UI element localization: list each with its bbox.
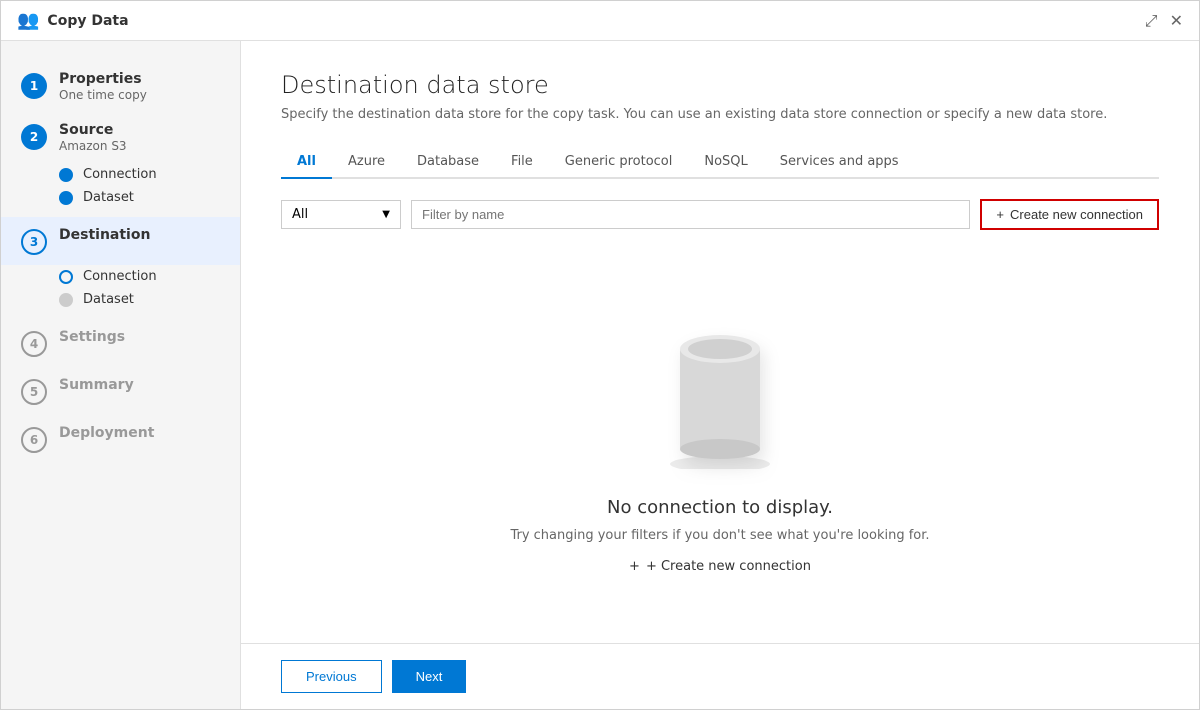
step-5-circle: 5 [21, 379, 47, 405]
create-btn-label: Create new connection [1010, 207, 1143, 222]
step-5-text: Summary [59, 377, 134, 393]
tab-file[interactable]: File [495, 146, 549, 179]
step-6-text: Deployment [59, 425, 154, 441]
right-panel: Destination data store Specify the desti… [241, 41, 1199, 643]
empty-create-connection-link[interactable]: + + Create new connection [629, 559, 811, 574]
dest-dataset-item[interactable]: Dataset [59, 288, 240, 311]
step-1-text: Properties One time copy [59, 71, 147, 102]
sidebar: 1 Properties One time copy 2 Source Amaz… [1, 41, 241, 709]
copy-data-icon: 👥 [17, 10, 39, 31]
sidebar-item-properties[interactable]: 1 Properties One time copy [1, 61, 240, 112]
close-icon[interactable]: ✕ [1170, 11, 1183, 31]
tab-nosql[interactable]: NoSQL [688, 146, 763, 179]
step-3-text: Destination [59, 227, 150, 244]
dest-dataset-dot [59, 293, 73, 307]
step-4-circle: 4 [21, 331, 47, 357]
sidebar-item-source[interactable]: 2 Source Amazon S3 [1, 112, 240, 163]
page-description: Specify the destination data store for t… [281, 107, 1159, 122]
chevron-down-icon: ▼ [382, 209, 390, 220]
window-title: Copy Data [47, 13, 1144, 29]
copy-data-window: 👥 Copy Data ⤢ ✕ 1 Properties One time co… [0, 0, 1200, 710]
step-1-label: Properties [59, 71, 147, 87]
step-6-label: Deployment [59, 425, 154, 441]
sidebar-item-settings[interactable]: 4 Settings [1, 319, 240, 367]
create-new-connection-button[interactable]: + Create new connection [980, 199, 1159, 230]
next-button[interactable]: Next [392, 660, 467, 693]
dest-dataset-label: Dataset [83, 292, 134, 307]
source-dataset-dot [59, 191, 73, 205]
tab-generic-protocol[interactable]: Generic protocol [549, 146, 689, 179]
empty-state-title: No connection to display. [607, 497, 833, 518]
filter-select[interactable]: All ▼ [281, 200, 401, 229]
dest-connection-item[interactable]: Connection [59, 265, 240, 288]
step-5-label: Summary [59, 377, 134, 393]
source-connection-item[interactable]: Connection [59, 163, 240, 186]
tab-all[interactable]: All [281, 146, 332, 179]
step-3-label: Destination [59, 227, 150, 243]
empty-state: No connection to display. Try changing y… [281, 260, 1159, 623]
tab-azure[interactable]: Azure [332, 146, 401, 179]
step-2-label: Source [59, 122, 127, 138]
window-controls: ⤢ ✕ [1145, 11, 1183, 31]
sidebar-item-destination[interactable]: 3 Destination [1, 217, 240, 265]
step-1-circle: 1 [21, 73, 47, 99]
footer: Previous Next [241, 643, 1199, 709]
filter-select-value: All [292, 207, 308, 222]
title-bar: 👥 Copy Data ⤢ ✕ [1, 1, 1199, 41]
cylinder-illustration [650, 309, 790, 473]
step-1-sublabel: One time copy [59, 88, 147, 102]
sidebar-item-summary[interactable]: 5 Summary [1, 367, 240, 415]
filter-row: All ▼ + Create new connection [281, 199, 1159, 230]
step-2-circle: 2 [21, 124, 47, 150]
main-content: 1 Properties One time copy 2 Source Amaz… [1, 41, 1199, 709]
previous-button[interactable]: Previous [281, 660, 382, 693]
step-3-circle: 3 [21, 229, 47, 255]
step-2-text: Source Amazon S3 [59, 122, 127, 153]
page-title: Destination data store [281, 71, 1159, 99]
right-area: Destination data store Specify the desti… [241, 41, 1199, 709]
filter-input[interactable] [411, 200, 970, 229]
dest-connection-label: Connection [83, 269, 157, 284]
source-connection-label: Connection [83, 167, 157, 182]
dest-connection-dot [59, 270, 73, 284]
step-2-subitems: Connection Dataset [1, 163, 240, 217]
source-connection-dot [59, 168, 73, 182]
source-dataset-label: Dataset [83, 190, 134, 205]
tab-database[interactable]: Database [401, 146, 495, 179]
empty-state-description: Try changing your filters if you don't s… [510, 528, 929, 543]
tabs-bar: All Azure Database File Generic protocol… [281, 146, 1159, 179]
step-2-sublabel: Amazon S3 [59, 139, 127, 153]
expand-icon[interactable]: ⤢ [1145, 11, 1158, 31]
step-3-subitems: Connection Dataset [1, 265, 240, 319]
plus-icon: + [996, 207, 1004, 222]
tab-services-apps[interactable]: Services and apps [764, 146, 915, 179]
sidebar-item-deployment[interactable]: 6 Deployment [1, 415, 240, 463]
step-4-label: Settings [59, 329, 125, 345]
source-dataset-item[interactable]: Dataset [59, 186, 240, 209]
empty-plus-icon: + [629, 559, 640, 574]
empty-create-label: + Create new connection [646, 559, 811, 574]
step-4-text: Settings [59, 329, 125, 345]
step-6-circle: 6 [21, 427, 47, 453]
